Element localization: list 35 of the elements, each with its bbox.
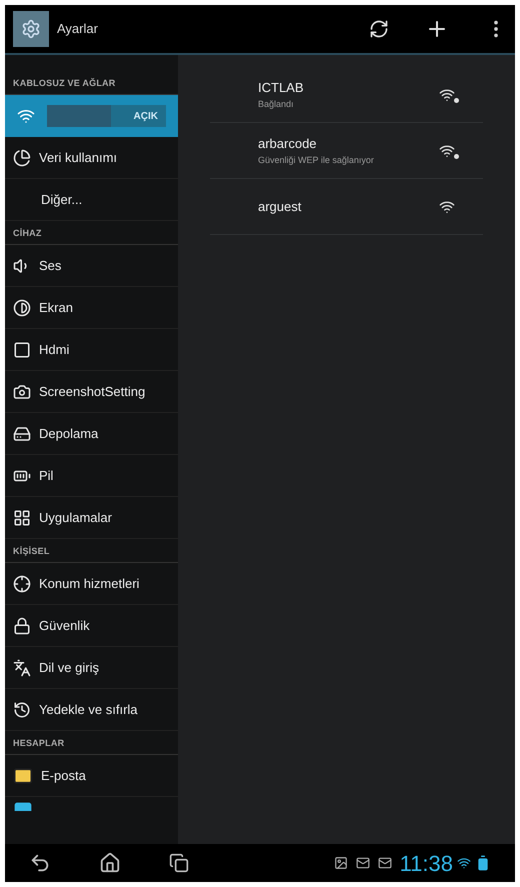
network-status: Güvenliği WEP ile sağlanıyor <box>258 154 374 167</box>
image-icon <box>334 856 348 870</box>
square-icon <box>13 340 31 358</box>
window-title: Ayarlar <box>57 20 98 38</box>
network-row[interactable]: ICTLAB Bağlandı <box>210 67 483 123</box>
camera-icon <box>13 382 31 400</box>
home-icon[interactable] <box>99 852 121 874</box>
brightness-icon <box>13 298 31 316</box>
section-header: KABLOSUZ VE AĞLAR <box>13 76 116 90</box>
language-icon <box>13 658 31 676</box>
section-header: KİŞİSEL <box>13 544 50 558</box>
lock-icon <box>13 616 31 634</box>
sidebar-item[interactable]: E-posta <box>5 755 178 797</box>
wifi-icon <box>17 107 35 125</box>
section-header: CİHAZ <box>13 226 42 240</box>
refresh-icon[interactable] <box>369 19 389 39</box>
section-header: HESAPLAR <box>13 736 64 750</box>
network-name: arguest <box>258 198 302 216</box>
wifi-signal-icon <box>457 856 471 870</box>
network-name: arbarcode <box>258 135 318 153</box>
storage-icon <box>13 424 31 442</box>
wifi-switch[interactable]: AÇIK <box>47 105 166 127</box>
data-usage-icon <box>13 148 31 166</box>
clock: 11:38 <box>400 850 453 878</box>
network-row[interactable]: arguest <box>210 179 483 235</box>
back-icon[interactable] <box>29 852 51 874</box>
apps-icon <box>13 508 31 526</box>
location-icon <box>13 574 31 592</box>
network-status: Bağlandı <box>258 98 295 111</box>
backup-icon <box>13 700 31 718</box>
network-row[interactable]: arbarcode Güvenliği WEP ile sağlanıyor <box>210 123 483 179</box>
wifi-row[interactable]: AÇIK <box>5 95 178 137</box>
app-icon <box>13 11 49 47</box>
network-name: ICTLAB <box>258 79 304 97</box>
recent-apps-icon[interactable] <box>169 853 189 873</box>
